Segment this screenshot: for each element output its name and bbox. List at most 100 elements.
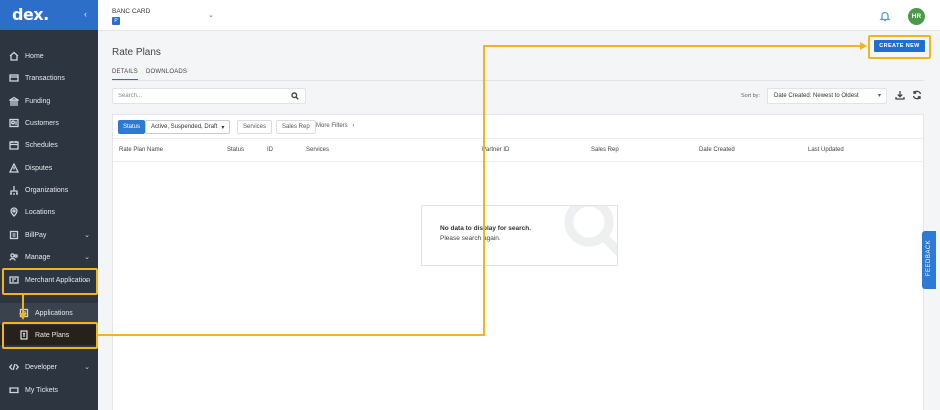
status-filter-label[interactable]: Status	[118, 120, 146, 134]
empty-state-title: No data to display for search.	[440, 225, 532, 232]
rate-plan-icon	[18, 330, 29, 341]
application-icon	[8, 275, 19, 286]
sidebar: dex. ‹ Home Transactions Funding Custome…	[0, 0, 98, 410]
page-title: Rate Plans	[112, 47, 161, 58]
filter-divider	[113, 138, 923, 139]
account-name[interactable]: BANC CARD	[112, 8, 150, 15]
sort-select[interactable]: Date Created: Newest to Oldest ▾	[767, 88, 887, 104]
chevron-right-icon: ›	[352, 123, 355, 129]
sidebar-item-label: BillPay	[25, 231, 47, 239]
billpay-icon	[8, 230, 19, 241]
chevron-down-icon: ⌄	[84, 364, 90, 371]
bell-icon[interactable]	[879, 10, 891, 22]
account-badge: P	[112, 17, 120, 25]
empty-state-message: Please search again.	[440, 235, 501, 242]
sidebar-item-label: Rate Plans	[35, 331, 70, 339]
sidebar-item-customers[interactable]: Customers	[0, 113, 98, 133]
sidebar-item-label: Merchant Application	[25, 276, 90, 284]
sidebar-item-label: My Tickets	[25, 386, 59, 394]
location-pin-icon	[8, 207, 19, 218]
sidebar-item-label: Developer	[25, 363, 57, 371]
sidebar-item-label: Manage	[25, 253, 51, 261]
avatar[interactable]: HR	[908, 8, 925, 25]
calendar-icon	[8, 140, 19, 151]
status-filter-select[interactable]: Active, Suspended, Draft ▾	[145, 120, 231, 134]
more-filters-label: More Filters	[316, 123, 348, 129]
top-bar: BANC CARD P ⌄ HR	[98, 0, 940, 31]
sidebar-item-label: Customers	[25, 119, 59, 127]
search-icon[interactable]	[291, 92, 299, 100]
sidebar-item-locations[interactable]: Locations	[0, 202, 98, 222]
code-icon	[8, 362, 19, 373]
bank-icon	[8, 96, 19, 107]
column-header-sales-rep[interactable]: Sales Rep	[591, 147, 619, 153]
sidebar-item-billpay[interactable]: BillPay ⌄	[0, 225, 98, 245]
sidebar-item-label: Home	[25, 52, 44, 60]
sidebar-item-label: Organizations	[25, 186, 69, 194]
column-header-id[interactable]: ID	[267, 147, 273, 153]
search-watermark-icon	[559, 206, 617, 262]
dex-logo[interactable]: dex.	[12, 5, 49, 24]
sidebar-item-merchant-application[interactable]: Merchant Application ⌄	[0, 270, 98, 290]
refresh-icon[interactable]	[912, 90, 923, 101]
feedback-label: FEEDBACK	[926, 239, 932, 277]
sidebar-item-funding[interactable]: Funding	[0, 91, 98, 111]
chevron-down-icon: ⌄	[84, 232, 90, 239]
services-filter[interactable]: Services	[237, 120, 273, 134]
chevron-down-icon: ▾	[877, 93, 881, 99]
sort-label: Sort by:	[741, 93, 760, 99]
column-header-status[interactable]: Status	[227, 147, 244, 153]
ticket-icon	[8, 385, 19, 396]
column-header-rate-plan-name[interactable]: Rate Plan Name	[119, 147, 163, 153]
chevron-down-icon[interactable]: ⌄	[208, 11, 214, 19]
home-icon	[8, 51, 19, 62]
more-filters-link[interactable]: More Filters ›	[316, 123, 354, 129]
column-header-services[interactable]: Services	[306, 147, 329, 153]
sort-value: Date Created: Newest to Oldest	[774, 93, 859, 99]
customers-icon	[8, 118, 19, 129]
chevron-down-icon: ▾	[221, 124, 225, 131]
column-header-partner-id[interactable]: Partner ID	[482, 147, 509, 153]
tabs-divider	[112, 80, 924, 81]
column-header-last-updated[interactable]: Last Updated	[808, 147, 844, 153]
logo-bar: dex. ‹	[0, 0, 98, 30]
column-header-date-created[interactable]: Date Created	[699, 147, 735, 153]
tab-details[interactable]: DETAILS	[112, 69, 138, 80]
sidebar-item-applications[interactable]: Applications	[0, 303, 98, 323]
chevron-down-icon: ⌄	[84, 254, 90, 261]
sidebar-item-home[interactable]: Home	[0, 46, 98, 66]
search-input[interactable]	[113, 89, 283, 103]
sidebar-item-label: Schedules	[25, 141, 58, 149]
sidebar-item-developer[interactable]: Developer ⌄	[0, 357, 98, 377]
empty-state: No data to display for search. Please se…	[421, 205, 618, 266]
organization-icon	[8, 185, 19, 196]
sidebar-item-schedules[interactable]: Schedules	[0, 135, 98, 155]
sidebar-item-label: Applications	[35, 309, 73, 317]
sidebar-item-label: Disputes	[25, 164, 53, 172]
header-divider	[113, 161, 923, 162]
sidebar-item-label: Locations	[25, 208, 55, 216]
sidebar-item-organizations[interactable]: Organizations	[0, 180, 98, 200]
main-content: Rate Plans DETAILS DOWNLOADS Sort by: Da…	[98, 31, 940, 410]
sales-rep-filter[interactable]: Sales Rep	[276, 120, 316, 134]
chevron-down-icon: ⌄	[84, 277, 90, 284]
download-icon[interactable]	[895, 90, 906, 101]
sidebar-item-my-tickets[interactable]: My Tickets	[0, 380, 98, 400]
sidebar-item-manage[interactable]: Manage ⌄	[0, 247, 98, 267]
users-icon	[8, 252, 19, 263]
chevron-left-icon[interactable]: ‹	[84, 9, 87, 19]
warning-icon	[8, 163, 19, 174]
sidebar-item-rate-plans[interactable]: Rate Plans	[0, 325, 98, 345]
document-icon	[18, 308, 29, 319]
create-new-button[interactable]: CREATE NEW	[874, 40, 925, 52]
sidebar-item-transactions[interactable]: Transactions	[0, 68, 98, 88]
transactions-icon	[8, 73, 19, 84]
sidebar-item-disputes[interactable]: Disputes	[0, 158, 98, 178]
status-filter-value: Active, Suspended, Draft	[151, 124, 218, 130]
tab-downloads[interactable]: DOWNLOADS	[146, 69, 187, 75]
sidebar-item-label: Transactions	[25, 74, 65, 82]
search-box	[112, 88, 306, 104]
feedback-tab[interactable]: FEEDBACK	[922, 231, 936, 289]
rate-plans-panel: Status Active, Suspended, Draft ▾ Servic…	[112, 114, 924, 410]
sidebar-item-label: Funding	[25, 97, 51, 105]
